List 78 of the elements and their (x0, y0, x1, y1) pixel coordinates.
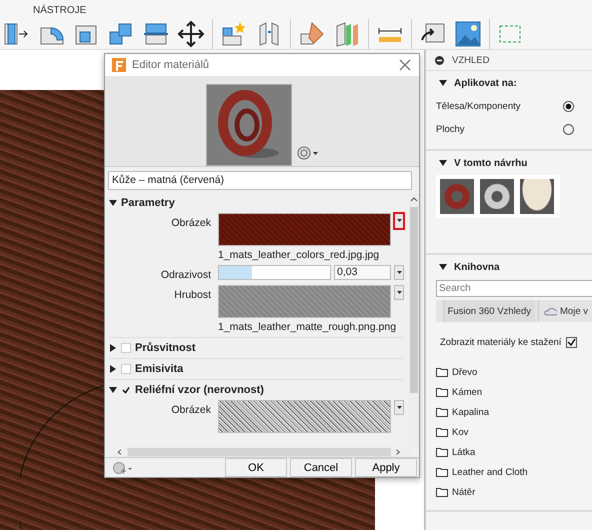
folder-item[interactable]: Leather and Cloth (436, 462, 592, 482)
caret-icon (396, 406, 402, 409)
caret-icon (396, 290, 402, 294)
collapse-arrow-icon[interactable] (439, 159, 447, 167)
material-thumbnail[interactable] (520, 179, 554, 214)
checkmark-icon (567, 338, 576, 346)
folder-item[interactable]: Dřevo (436, 362, 592, 382)
folder-item[interactable]: Kov (436, 422, 592, 442)
folder-icon (436, 487, 448, 497)
dialog-button[interactable]: Cancel (290, 458, 352, 477)
dialog-title: Editor materiálů (132, 58, 210, 71)
material-name-field[interactable]: Kůže – matná (červená) (108, 170, 412, 190)
section-title[interactable]: Průsvitnost (135, 342, 196, 354)
move-arrows-icon[interactable] (177, 20, 205, 48)
add-material-icon[interactable] (113, 460, 133, 474)
section-title[interactable]: Knihovna (454, 262, 500, 272)
collapse-circle-icon[interactable] (435, 56, 444, 64)
search-field[interactable]: Search (436, 280, 592, 297)
radio-button[interactable] (563, 124, 574, 135)
checkbox[interactable] (121, 384, 131, 395)
folder-icon (436, 367, 448, 377)
app-logo-icon (112, 58, 126, 72)
checkbox[interactable] (566, 336, 577, 348)
collapse-arrow-icon[interactable] (439, 79, 447, 87)
close-icon[interactable] (399, 58, 411, 71)
image-icon[interactable] (454, 20, 482, 48)
material-thumbnail[interactable] (440, 179, 474, 214)
section-title[interactable]: V tomto návrhu (454, 158, 528, 168)
dropdown-button[interactable] (394, 264, 404, 280)
dialog-button[interactable]: Apply (355, 458, 417, 477)
dialog-button[interactable]: OK (225, 458, 287, 477)
texture-swatch[interactable] (218, 212, 391, 246)
option-label: Tělesa/Komponenty (436, 101, 520, 112)
library-tab[interactable]: Moje v (538, 300, 592, 322)
radio-button[interactable] (563, 101, 574, 112)
caret-icon (396, 219, 402, 222)
material-thumbnail[interactable] (480, 179, 514, 214)
texture-swatch[interactable] (218, 400, 391, 433)
toolbar-section-label: NÁSTROJE (32, 3, 88, 18)
parameter-label: Hrubost (173, 288, 211, 303)
library-tab[interactable]: Fusion 360 Vzhledy (442, 300, 536, 322)
panel-title: VZHLED (452, 54, 490, 66)
folder-item[interactable]: Kapalina (436, 402, 592, 422)
expand-arrow-icon[interactable] (109, 344, 117, 352)
folder-icon (436, 447, 448, 457)
file-name: 1_mats_leather_matte_rough.png.png (218, 320, 398, 333)
section-title[interactable]: Reliéfní vzor (nerovnost) (135, 384, 264, 396)
cloud-icon (543, 306, 558, 316)
option-label: Plochy (436, 124, 465, 135)
folder-icon (436, 427, 448, 437)
parameter-label: Obrázek (170, 402, 211, 418)
collapse-arrow-icon[interactable] (109, 386, 117, 394)
folder-item[interactable]: Látka (436, 442, 592, 462)
file-name: 1_mats_leather_colors_red.jpg.jpg (218, 248, 380, 261)
checkmark-icon (122, 386, 130, 394)
section-title[interactable]: Aplikovat na: (454, 78, 517, 88)
parameter-label: Odrazivost (160, 268, 211, 281)
section-title[interactable]: Parametry (121, 196, 175, 209)
dropdown-button[interactable] (394, 284, 404, 300)
dropdown-button[interactable] (393, 212, 405, 230)
parameter-label: Obrázek (170, 216, 211, 231)
option-label: Zobrazit materiály ke stažení (440, 336, 562, 348)
collapse-arrow-icon[interactable] (439, 263, 447, 271)
expand-arrow-icon[interactable] (109, 364, 117, 373)
value-field[interactable]: 0,03 (334, 264, 391, 280)
folder-icon (436, 407, 448, 417)
box-star-icon[interactable] (220, 20, 248, 48)
folder-icon (436, 467, 448, 477)
section-title[interactable]: Emisivita (135, 362, 184, 375)
dropdown-button[interactable] (394, 400, 404, 415)
collapse-arrow-icon[interactable] (109, 198, 117, 207)
scene-dropdown-icon[interactable] (296, 146, 318, 160)
folder-item[interactable]: Kámen (436, 382, 592, 402)
texture-swatch[interactable] (218, 284, 391, 318)
folder-icon (436, 387, 448, 397)
caret-icon (396, 270, 402, 274)
folder-item[interactable]: Nátěr (436, 482, 592, 502)
slider-track[interactable] (218, 264, 331, 280)
